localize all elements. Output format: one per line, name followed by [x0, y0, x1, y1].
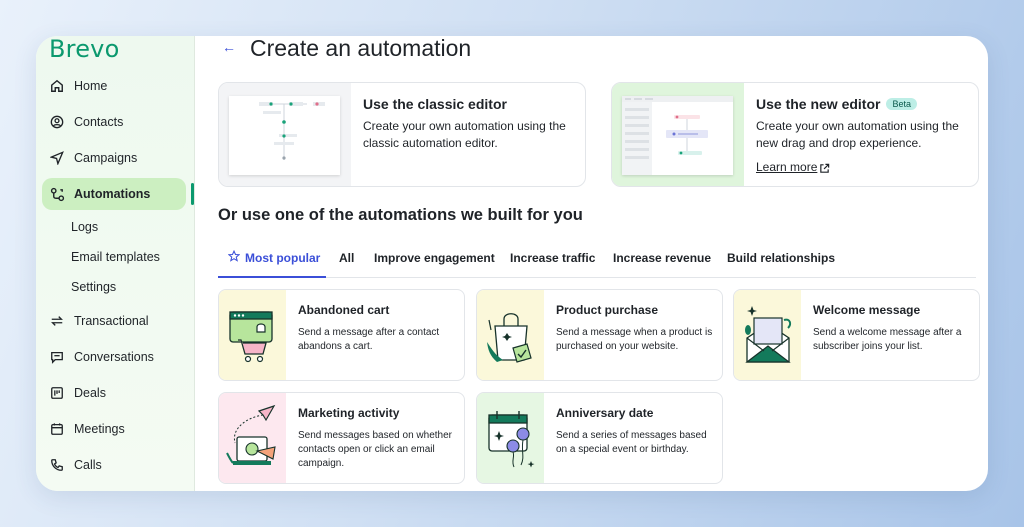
tab-increase-traffic[interactable]: Increase traffic — [510, 251, 595, 265]
sidebar-item-label: Home — [74, 79, 108, 93]
beta-badge: Beta — [886, 98, 917, 110]
category-tabs: Most popular All Improve engagement Incr… — [218, 239, 976, 278]
template-title: Anniversary date — [556, 406, 654, 420]
sidebar-item-home[interactable]: Home — [42, 70, 186, 102]
template-title: Marketing activity — [298, 406, 400, 420]
template-card-product-purchase[interactable]: Product purchase Send a message when a p… — [476, 289, 723, 381]
shopping-cart-icon — [219, 290, 286, 380]
sidebar-subitem-logs[interactable]: Logs — [71, 220, 98, 234]
chat-icon — [49, 349, 65, 365]
app-window: Brevo Home Contacts Campaigns Automation… — [36, 36, 988, 491]
external-link-icon[interactable] — [819, 161, 830, 179]
tab-improve-engagement[interactable]: Improve engagement — [374, 251, 495, 265]
star-icon — [227, 249, 241, 267]
template-description: Send a welcome message after a subscribe… — [813, 327, 962, 352]
classic-editor-card[interactable]: Use the classic editor Create your own a… — [218, 82, 586, 187]
balloons-icon — [477, 393, 544, 483]
sidebar-item-label: Meetings — [74, 422, 125, 436]
active-tab-underline — [218, 276, 326, 278]
sidebar-item-label: Deals — [74, 386, 106, 400]
page-title: Create an automation — [250, 36, 472, 61]
main-content: ← Create an automation Use the classic e… — [194, 36, 988, 491]
back-arrow-icon[interactable]: ← — [222, 39, 236, 55]
sidebar-item-label: Contacts — [74, 115, 124, 129]
template-card-abandoned-cart[interactable]: Abandoned cart Send a message after a co… — [218, 289, 465, 381]
sidebar-item-meetings[interactable]: Meetings — [42, 413, 186, 445]
sidebar-item-label: Transactional — [74, 314, 149, 328]
send-icon — [49, 150, 65, 166]
classic-editor-description: Create your own automation using the cla… — [363, 119, 566, 150]
classic-editor-title: Use the classic editor — [363, 96, 507, 112]
calendar-icon — [49, 421, 65, 437]
template-description: Send messages based on whether contacts … — [298, 430, 452, 469]
template-title: Product purchase — [556, 303, 659, 317]
template-card-marketing-activity[interactable]: Marketing activity Send messages based o… — [218, 392, 465, 484]
sidebar-item-conversations[interactable]: Conversations — [42, 341, 186, 373]
sidebar-item-deals[interactable]: Deals — [42, 377, 186, 409]
shopping-bag-icon — [477, 290, 544, 380]
transactional-icon — [49, 313, 65, 329]
classic-editor-preview — [219, 83, 351, 186]
sidebar-item-label: Campaigns — [74, 151, 138, 165]
template-description: Send a series of messages based on a spe… — [556, 430, 707, 455]
template-card-anniversary-date[interactable]: Anniversary date Send a series of messag… — [476, 392, 723, 484]
template-description: Send a message after a contact abandons … — [298, 327, 440, 352]
template-title: Abandoned cart — [298, 303, 390, 317]
sidebar: Brevo Home Contacts Campaigns Automation… — [36, 36, 195, 491]
sidebar-subitem-settings[interactable]: Settings — [71, 280, 116, 294]
deals-icon — [49, 385, 65, 401]
template-card-welcome-message[interactable]: Welcome message Send a welcome message a… — [733, 289, 980, 381]
sidebar-item-calls[interactable]: Calls — [42, 449, 186, 481]
new-editor-title-text: Use the new editor — [756, 96, 881, 112]
automation-icon — [49, 186, 65, 202]
template-description: Send a message when a product is purchas… — [556, 327, 713, 352]
tab-increase-revenue[interactable]: Increase revenue — [613, 251, 711, 265]
brevo-logo[interactable]: Brevo — [49, 36, 119, 63]
sidebar-item-automations[interactable]: Automations — [42, 178, 186, 210]
section-title: Or use one of the automations we built f… — [218, 206, 583, 224]
paper-plane-icon — [219, 393, 286, 483]
new-editor-description: Create your own automation using the new… — [756, 119, 959, 150]
tab-build-relationships[interactable]: Build relationships — [727, 251, 835, 265]
contacts-icon — [49, 114, 65, 130]
phone-icon — [49, 457, 65, 473]
sidebar-item-label: Automations — [74, 187, 151, 201]
learn-more-link[interactable]: Learn more — [756, 160, 817, 174]
home-icon — [49, 78, 65, 94]
envelope-icon — [734, 290, 801, 380]
new-editor-title: Use the new editor Beta — [756, 96, 917, 112]
template-title: Welcome message — [813, 303, 921, 317]
new-editor-preview — [612, 83, 744, 186]
sidebar-subitem-email-templates[interactable]: Email templates — [71, 250, 160, 264]
tab-all[interactable]: All — [339, 251, 354, 265]
sidebar-item-label: Calls — [74, 458, 102, 472]
sidebar-item-contacts[interactable]: Contacts — [42, 106, 186, 138]
tab-most-popular[interactable]: Most popular — [245, 251, 320, 265]
sidebar-item-label: Conversations — [74, 350, 154, 364]
new-editor-card[interactable]: Use the new editor Beta Create your own a… — [611, 82, 979, 187]
sidebar-item-campaigns[interactable]: Campaigns — [42, 142, 186, 174]
sidebar-item-transactional[interactable]: Transactional — [42, 305, 186, 337]
